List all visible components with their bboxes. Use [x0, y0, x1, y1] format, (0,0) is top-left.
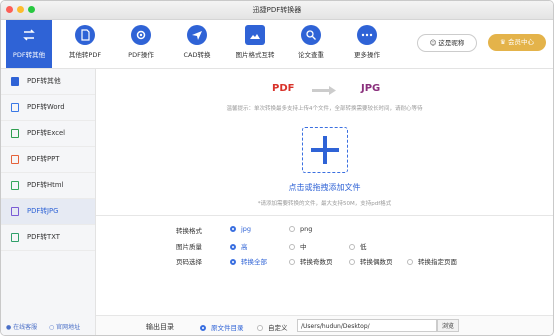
tool-label: PDF转其他: [12, 51, 46, 59]
tool-more[interactable]: 更多操作: [344, 20, 390, 68]
file-limit-note: *请添加需要转换的文件，最大支持50M，支持pdf格式: [257, 201, 392, 207]
quality-high-radio[interactable]: 高: [230, 241, 248, 251]
output-label: 输出目录: [146, 323, 174, 331]
sidebar: PDF转其他 PDF转Word PDF转Excel PDF转PPT PDF转Ht…: [1, 69, 96, 335]
format-png-radio[interactable]: png: [289, 225, 312, 233]
sidebar-item-label: PDF转其他: [27, 77, 61, 85]
pages-custom-radio[interactable]: 转换指定页面: [407, 256, 457, 266]
tool-cad[interactable]: CAD转换: [174, 20, 220, 68]
quality-medium-radio[interactable]: 中: [289, 241, 307, 251]
output-custom-radio[interactable]: 自定义: [257, 322, 288, 332]
drop-zone[interactable]: [302, 127, 348, 173]
txt-icon: [11, 233, 19, 242]
arrow-right-icon: [312, 86, 336, 95]
sidebar-item-pdf-to-other[interactable]: PDF转其他: [1, 69, 95, 95]
output-path-field[interactable]: /Users/hudun/Desktop/: [297, 319, 437, 332]
tool-label: 更多操作: [354, 51, 380, 59]
tool-other-to-pdf[interactable]: 其他转PDF: [62, 20, 108, 68]
hint-text: 温馨提示：单次转换最多支持上传4个文件，全部转换需要较长时间，请耐心等待: [226, 106, 423, 112]
pdf-doc-icon: [75, 25, 95, 45]
format-label: 转换格式: [176, 227, 202, 235]
tool-label: 论文查重: [298, 51, 324, 59]
title-bar: 迅捷PDF转换器: [1, 1, 553, 20]
quality-label: 图片质量: [176, 243, 202, 251]
tool-label: 图片格式互转: [235, 51, 275, 59]
target-format: JPG: [361, 83, 381, 94]
source-format: PDF: [272, 83, 295, 94]
crown-icon: ♛: [500, 38, 506, 46]
sidebar-footer: ● 在线客服 ○ 官网地址: [1, 322, 95, 335]
sidebar-item-label: PDF转TXT: [27, 233, 60, 241]
sidebar-item-pdf-to-txt[interactable]: PDF转TXT: [1, 225, 95, 251]
output-row: 输出目录 原文件目录 自定义 /Users/hudun/Desktop/ 浏览: [96, 315, 553, 335]
search-doc-icon: [301, 25, 321, 45]
format-jpg-radio[interactable]: jpg: [230, 225, 251, 233]
pages-label: 页码选择: [176, 258, 202, 266]
sidebar-item-pdf-to-ppt[interactable]: PDF转PPT: [1, 147, 95, 173]
image-icon: [245, 25, 265, 45]
user-icon: ☺: [429, 39, 437, 47]
jpg-icon: [11, 207, 19, 216]
maximize-window-button[interactable]: [28, 6, 35, 13]
window-controls: [6, 6, 35, 13]
ppt-icon: [11, 155, 19, 164]
sidebar-item-pdf-to-word[interactable]: PDF转Word: [1, 95, 95, 121]
html-icon: [11, 181, 19, 190]
tool-label: PDF操作: [128, 51, 154, 59]
close-window-button[interactable]: [6, 6, 13, 13]
website-link[interactable]: ○ 官网地址: [49, 322, 80, 331]
main-panel: PDF JPG 温馨提示：单次转换最多支持上传4个文件，全部转换需要较长时间，请…: [96, 69, 553, 335]
window-title: 迅捷PDF转换器: [252, 6, 302, 14]
globe-icon: ○: [49, 324, 55, 331]
pages-odd-radio[interactable]: 转换奇数页: [289, 256, 333, 266]
sidebar-item-label: PDF转PPT: [27, 155, 60, 163]
output-original-radio[interactable]: 原文件目录: [200, 322, 244, 332]
word-icon: [11, 103, 19, 112]
vip-center-button[interactable]: ♛ 会员中心: [488, 34, 546, 51]
send-icon: [187, 25, 207, 45]
minimize-window-button[interactable]: [17, 6, 24, 13]
plus-icon: [311, 136, 339, 164]
more-icon: [357, 25, 377, 45]
vip-label: 会员中心: [507, 38, 534, 46]
convert-icon: [19, 25, 39, 45]
online-service-label: 在线客服: [13, 324, 38, 331]
gear-icon: [131, 25, 151, 45]
pages-even-radio[interactable]: 转换偶数页: [349, 256, 393, 266]
sidebar-item-pdf-to-jpg[interactable]: PDF转JPG: [1, 199, 95, 225]
grid-icon: [11, 77, 19, 86]
app-window: 迅捷PDF转换器 PDF转其他 其他转PDF PDF操作 CAD转换 图片格式互…: [0, 0, 554, 336]
sidebar-item-label: PDF转Html: [27, 181, 64, 189]
website-label: 官网地址: [56, 324, 81, 331]
browse-button[interactable]: 浏览: [437, 319, 459, 332]
sidebar-item-label: PDF转JPG: [27, 207, 59, 215]
tool-pdf-ops[interactable]: PDF操作: [118, 20, 164, 68]
headset-icon: ●: [6, 324, 12, 331]
tool-label: CAD转换: [183, 51, 211, 59]
online-service-link[interactable]: ● 在线客服: [6, 322, 37, 331]
tool-pdf-to-other[interactable]: PDF转其他: [6, 20, 52, 68]
sidebar-item-label: PDF转Excel: [27, 129, 66, 137]
nickname-label: 这是昵称: [438, 39, 465, 47]
tool-label: 其他转PDF: [68, 51, 102, 59]
sidebar-item-label: PDF转Word: [27, 103, 65, 111]
tool-image-convert[interactable]: 图片格式互转: [230, 20, 280, 68]
pages-all-radio[interactable]: 转换全部: [230, 256, 267, 266]
tool-plagiarism-check[interactable]: 论文查重: [288, 20, 334, 68]
add-file-label[interactable]: 点击或拖拽添加文件: [96, 182, 553, 193]
quality-low-radio[interactable]: 低: [349, 241, 367, 251]
sidebar-item-pdf-to-html[interactable]: PDF转Html: [1, 173, 95, 199]
sidebar-item-pdf-to-excel[interactable]: PDF转Excel: [1, 121, 95, 147]
excel-icon: [11, 129, 19, 138]
user-nickname-button[interactable]: ☺ 这是昵称: [417, 34, 477, 52]
options-panel: 转换格式 jpg png 图片质量 高 中 低 页码选择 转换全部 转换奇数页 …: [96, 215, 553, 268]
